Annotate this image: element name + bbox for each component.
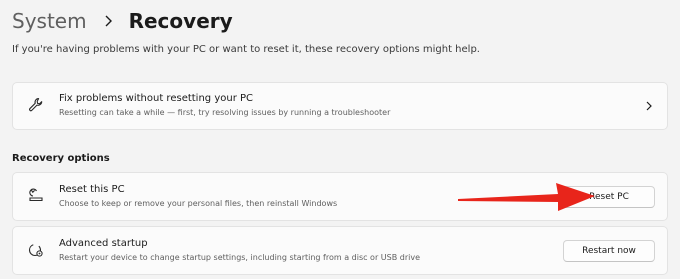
chevron-right-icon [643, 100, 655, 112]
recovery-options-header: Recovery options [12, 153, 110, 164]
wrench-icon [27, 96, 45, 114]
intro-text: If you're having problems with your PC o… [12, 44, 480, 55]
advanced-startup-icon [27, 241, 45, 259]
breadcrumb-system-link[interactable]: System [12, 9, 87, 33]
chevron-right-icon [93, 13, 123, 29]
restart-now-button[interactable]: Restart now [563, 240, 655, 262]
page-title: Recovery [128, 9, 233, 33]
troubleshoot-card[interactable]: Fix problems without resetting your PC R… [12, 82, 668, 130]
advanced-startup-description: Restart your device to change startup se… [59, 253, 420, 262]
reset-pc-card: Reset this PC Choose to keep or remove y… [12, 172, 668, 221]
reset-pc-icon [27, 186, 45, 204]
troubleshoot-title: Fix problems without resetting your PC [59, 93, 254, 104]
advanced-startup-card: Advanced startup Restart your device to … [12, 226, 668, 275]
advanced-startup-title: Advanced startup [59, 238, 148, 249]
reset-pc-title: Reset this PC [59, 184, 125, 195]
troubleshoot-description: Resetting can take a while — first, try … [59, 108, 391, 117]
reset-pc-description: Choose to keep or remove your personal f… [59, 199, 338, 208]
reset-pc-button[interactable]: Reset PC [563, 186, 655, 208]
breadcrumb: System Recovery [12, 4, 233, 38]
